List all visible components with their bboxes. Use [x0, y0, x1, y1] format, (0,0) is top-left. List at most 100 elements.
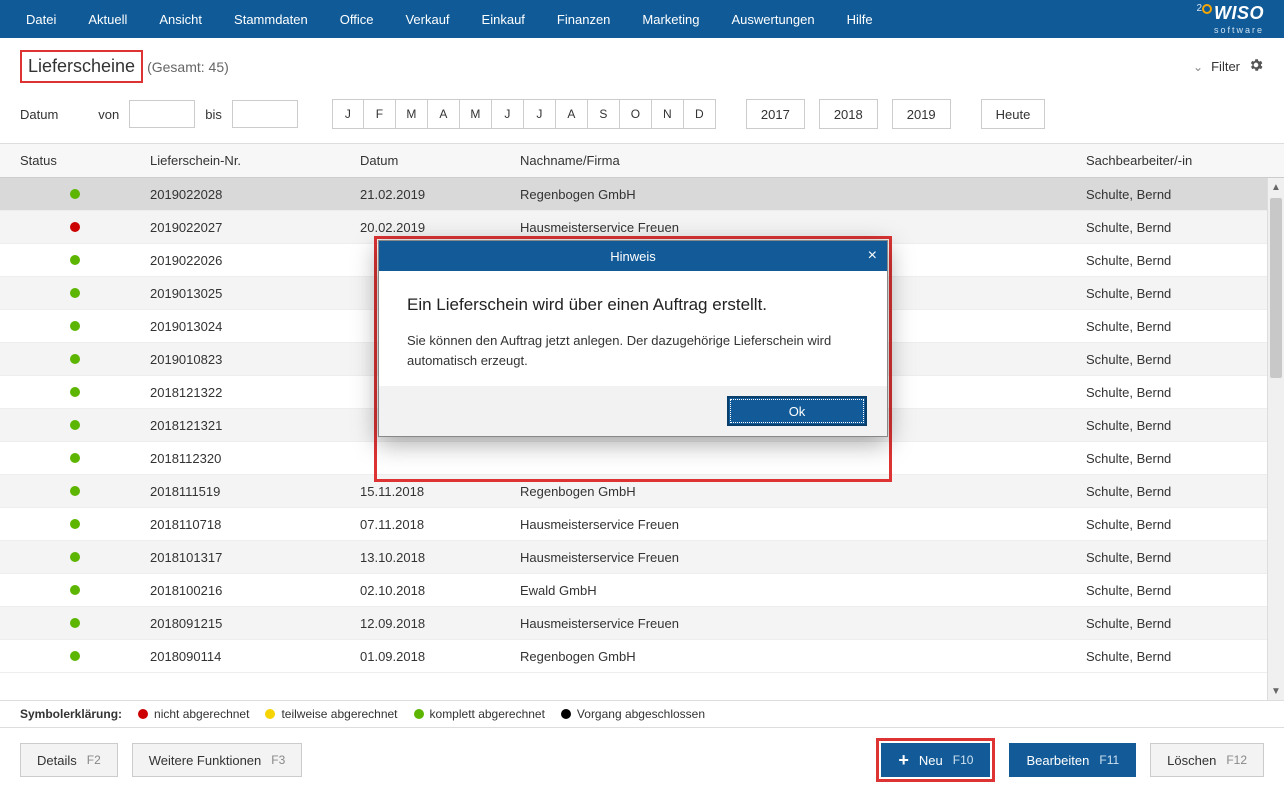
date-to-input[interactable]: [232, 100, 298, 128]
cell-nr: 2018101317: [150, 550, 360, 565]
table-row[interactable]: 201811071807.11.2018Hausmeisterservice F…: [0, 508, 1284, 541]
menu-stammdaten[interactable]: Stammdaten: [218, 2, 324, 37]
bearbeiten-button[interactable]: BearbeitenF11: [1009, 743, 1136, 777]
menu-marketing[interactable]: Marketing: [626, 2, 715, 37]
status-dot-icon: [70, 420, 80, 430]
status-dot-icon: [70, 552, 80, 562]
cell-nr: 2018121322: [150, 385, 360, 400]
cell-sach: Schulte, Bernd: [1086, 319, 1266, 334]
legend-dot-icon: [414, 709, 424, 719]
cell-nr: 2019010823: [150, 352, 360, 367]
month-M[interactable]: M: [396, 99, 428, 129]
col-status[interactable]: Status: [0, 153, 150, 168]
cell-datum: 12.09.2018: [360, 616, 520, 631]
title-row: Lieferscheine (Gesamt: 45) ⌄ Filter: [0, 38, 1284, 93]
menu-bar: DateiAktuellAnsichtStammdatenOfficeVerka…: [0, 0, 1284, 38]
ok-button[interactable]: Ok: [727, 396, 867, 426]
loeschen-button[interactable]: LöschenF12: [1150, 743, 1264, 777]
month-F[interactable]: F: [364, 99, 396, 129]
month-S[interactable]: S: [588, 99, 620, 129]
scroll-down-icon[interactable]: ▼: [1268, 682, 1284, 700]
more-functions-button[interactable]: Weitere FunktionenF3: [132, 743, 303, 777]
cell-sach: Schulte, Bernd: [1086, 220, 1266, 235]
neu-button[interactable]: + NeuF10: [881, 743, 990, 777]
table-row[interactable]: 201809011401.09.2018Regenbogen GmbHSchul…: [0, 640, 1284, 673]
menu-einkauf[interactable]: Einkauf: [466, 2, 541, 37]
table-header: Status Lieferschein-Nr. Datum Nachname/F…: [0, 144, 1284, 178]
cell-sach: Schulte, Bernd: [1086, 484, 1266, 499]
hinweis-dialog: Hinweis × Ein Lieferschein wird über ein…: [378, 240, 888, 437]
legend-label: nicht abgerechnet: [154, 707, 249, 721]
cell-nr: 2019022028: [150, 187, 360, 202]
cell-sach: Schulte, Bernd: [1086, 418, 1266, 433]
table-row[interactable]: 201810131713.10.2018Hausmeisterservice F…: [0, 541, 1284, 574]
cell-name: Regenbogen GmbH: [520, 484, 1086, 499]
month-A[interactable]: A: [428, 99, 460, 129]
menu-auswertungen[interactable]: Auswertungen: [715, 2, 830, 37]
table-row[interactable]: 201902202821.02.2019Regenbogen GmbHSchul…: [0, 178, 1284, 211]
table-row[interactable]: 2018112320Schulte, Bernd: [0, 442, 1284, 475]
month-J[interactable]: J: [524, 99, 556, 129]
month-J[interactable]: J: [332, 99, 364, 129]
date-filter-row: Datum von bis JFMAMJJASOND 201720182019 …: [0, 93, 1284, 144]
cell-sach: Schulte, Bernd: [1086, 187, 1266, 202]
cell-sach: Schulte, Bernd: [1086, 286, 1266, 301]
brand-logo: 2WISO software: [1196, 4, 1264, 35]
date-from-input[interactable]: [129, 100, 195, 128]
filter-label[interactable]: Filter: [1211, 59, 1240, 74]
month-D[interactable]: D: [684, 99, 716, 129]
cell-sach: Schulte, Bernd: [1086, 583, 1266, 598]
from-label: von: [98, 107, 119, 122]
scroll-up-icon[interactable]: ▲: [1268, 178, 1284, 196]
table-row[interactable]: 201811151915.11.2018Regenbogen GmbHSchul…: [0, 475, 1284, 508]
month-N[interactable]: N: [652, 99, 684, 129]
col-name[interactable]: Nachname/Firma: [520, 153, 1086, 168]
close-icon[interactable]: ×: [868, 247, 877, 265]
col-nr[interactable]: Lieferschein-Nr.: [150, 153, 360, 168]
cell-name: Regenbogen GmbH: [520, 649, 1086, 664]
menu-verkauf[interactable]: Verkauf: [389, 2, 465, 37]
menu-ansicht[interactable]: Ansicht: [143, 2, 218, 37]
menu-hilfe[interactable]: Hilfe: [831, 2, 889, 37]
details-button[interactable]: DetailsF2: [20, 743, 118, 777]
cell-datum: 21.02.2019: [360, 187, 520, 202]
menu-finanzen[interactable]: Finanzen: [541, 2, 626, 37]
today-button[interactable]: Heute: [981, 99, 1046, 129]
status-dot-icon: [70, 222, 80, 232]
cell-name: Hausmeisterservice Freuen: [520, 220, 1086, 235]
month-A[interactable]: A: [556, 99, 588, 129]
dialog-title-bar: Hinweis ×: [379, 241, 887, 271]
status-dot-icon: [70, 585, 80, 595]
cell-name: Hausmeisterservice Freuen: [520, 616, 1086, 631]
col-datum[interactable]: Datum: [360, 153, 520, 168]
menu-office[interactable]: Office: [324, 2, 390, 37]
cell-nr: 2018121321: [150, 418, 360, 433]
table-row[interactable]: 201809121512.09.2018Hausmeisterservice F…: [0, 607, 1284, 640]
menu-datei[interactable]: Datei: [10, 2, 72, 37]
cell-datum: 15.11.2018: [360, 484, 520, 499]
status-dot-icon: [70, 255, 80, 265]
cell-nr: 2018112320: [150, 451, 360, 466]
month-O[interactable]: O: [620, 99, 652, 129]
year-2019[interactable]: 2019: [892, 99, 951, 129]
cell-datum: 02.10.2018: [360, 583, 520, 598]
cell-nr: 2019013024: [150, 319, 360, 334]
legend-item: nicht abgerechnet: [138, 707, 249, 721]
col-sach[interactable]: Sachbearbeiter/-in: [1086, 153, 1266, 168]
table-row[interactable]: 201810021602.10.2018Ewald GmbHSchulte, B…: [0, 574, 1284, 607]
legend-item: Vorgang abgeschlossen: [561, 707, 705, 721]
scrollbar[interactable]: ▲ ▼: [1267, 178, 1284, 700]
cell-name: Hausmeisterservice Freuen: [520, 517, 1086, 532]
filter-chevron-icon[interactable]: ⌄: [1193, 60, 1203, 74]
cell-nr: 2018111519: [150, 484, 360, 499]
month-M[interactable]: M: [460, 99, 492, 129]
year-2017[interactable]: 2017: [746, 99, 805, 129]
month-J[interactable]: J: [492, 99, 524, 129]
dialog-heading: Ein Lieferschein wird über einen Auftrag…: [407, 295, 859, 315]
gear-icon[interactable]: [1248, 57, 1264, 76]
scroll-thumb[interactable]: [1270, 198, 1282, 378]
cell-sach: Schulte, Bernd: [1086, 550, 1266, 565]
year-2018[interactable]: 2018: [819, 99, 878, 129]
menu-aktuell[interactable]: Aktuell: [72, 2, 143, 37]
date-label: Datum: [20, 107, 58, 122]
